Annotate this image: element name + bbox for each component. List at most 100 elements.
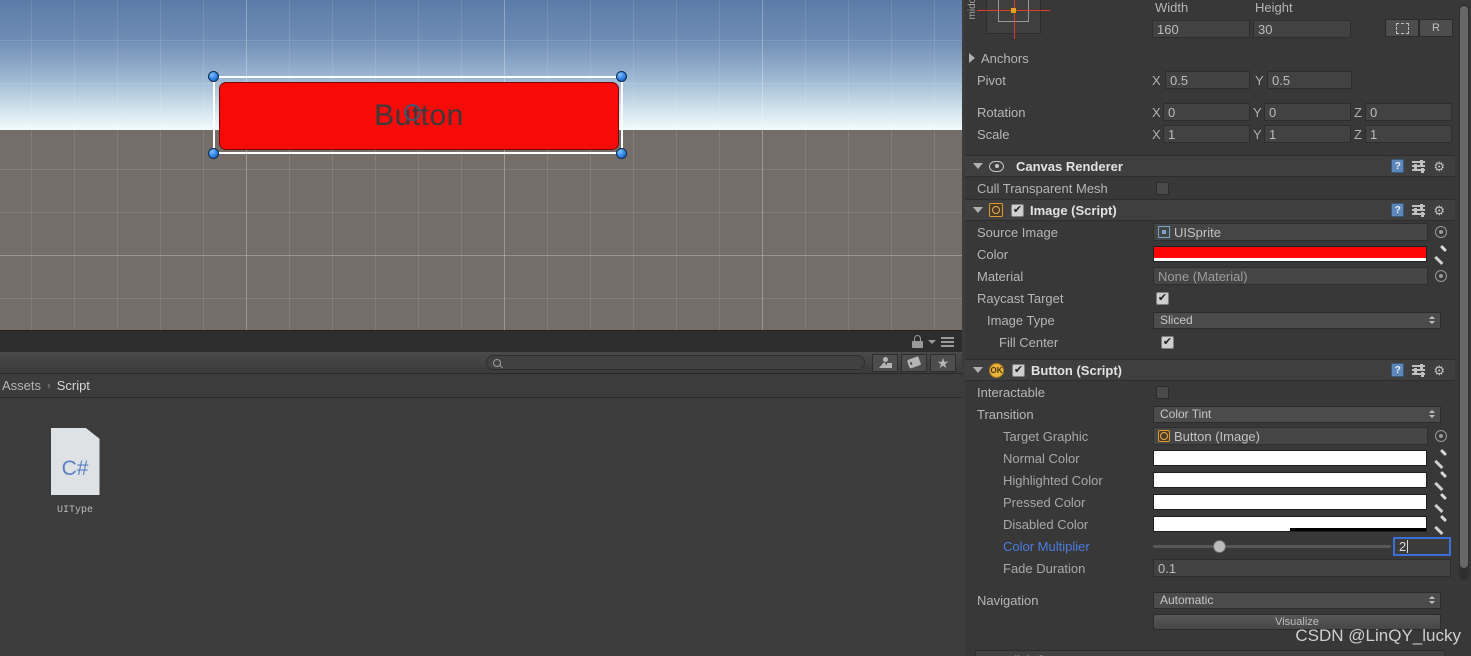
material-picker-icon[interactable] [1435, 270, 1447, 282]
raycast-target-checkbox[interactable]: ✔ [1156, 291, 1169, 305]
help-icon[interactable]: ? [1391, 159, 1405, 173]
pivot-y-field[interactable]: 0.5 [1267, 71, 1352, 89]
canvas-renderer-header[interactable]: Canvas Renderer ? ⚙ [965, 155, 1455, 177]
fill-center-checkbox[interactable]: ✔ [1161, 335, 1174, 349]
image-component-header[interactable]: ✔ Image (Script) ? ⚙ [965, 199, 1455, 221]
tag-filter-button[interactable] [901, 353, 927, 372]
button-component-title: Button (Script) [1031, 362, 1122, 378]
help-icon[interactable]: ? [1391, 203, 1405, 217]
target-graphic-field[interactable]: Button (Image) [1153, 427, 1428, 445]
transition-label: Transition [977, 406, 1034, 422]
inspector-scrollbar[interactable] [1459, 4, 1469, 580]
source-image-field[interactable]: UISprite [1153, 223, 1428, 241]
eyedropper-icon[interactable] [1433, 246, 1449, 262]
source-image-picker-icon[interactable] [1435, 226, 1447, 238]
pivot-x-axis-label: X [1152, 72, 1161, 88]
inspector-scrollbar-thumb[interactable] [1460, 6, 1468, 568]
rotation-z-field[interactable]: 0 [1365, 103, 1452, 121]
gear-icon[interactable]: ⚙ [1433, 204, 1445, 217]
raw-edit-mode-button[interactable]: R [1419, 19, 1453, 37]
navigation-label: Navigation [977, 592, 1039, 608]
resize-handle-bottom-right[interactable] [616, 148, 627, 159]
color-multiplier-label: Color Multiplier [1003, 538, 1090, 554]
color-multiplier-field[interactable]: 2 [1393, 536, 1451, 556]
sprite-icon [1158, 226, 1170, 238]
anchors-label[interactable]: Anchors [981, 51, 1029, 66]
color-multiplier-slider-knob[interactable] [1212, 539, 1226, 553]
gear-icon[interactable]: ⚙ [1433, 160, 1445, 173]
color-multiplier-slider[interactable] [1153, 539, 1391, 553]
preset-icon[interactable] [1412, 363, 1426, 377]
on-click-header[interactable]: On Click () [975, 650, 1445, 656]
width-field[interactable]: 160 [1152, 20, 1250, 38]
interactable-checkbox[interactable] [1156, 385, 1169, 399]
gear-icon[interactable]: ⚙ [1433, 364, 1445, 377]
search-input[interactable] [486, 355, 865, 370]
breadcrumb: Assets › Script [0, 374, 962, 398]
eyedropper-icon[interactable] [1433, 494, 1449, 510]
highlighted-color-label: Highlighted Color [1003, 472, 1103, 488]
target-graphic-picker-icon[interactable] [1435, 430, 1447, 442]
width-label: Width [1155, 0, 1189, 15]
breadcrumb-item-assets[interactable]: Assets [2, 378, 41, 393]
fade-duration-field[interactable]: 0.1 [1153, 559, 1451, 577]
navigation-dropdown[interactable]: Automatic [1153, 591, 1441, 609]
material-label: Material [977, 268, 1024, 284]
search-field[interactable] [505, 357, 858, 368]
pressed-color-swatch[interactable] [1153, 494, 1427, 510]
resize-handle-top-left[interactable] [208, 71, 219, 82]
button-foldout-icon[interactable] [973, 367, 983, 373]
scene-view[interactable]: Button [0, 0, 962, 330]
rotation-x-field[interactable]: 0 [1163, 103, 1250, 121]
image-type-dropdown[interactable]: Sliced [1153, 311, 1441, 329]
help-icon[interactable]: ? [1391, 363, 1405, 377]
material-field[interactable]: None (Material) [1153, 267, 1428, 285]
image-component-icon [989, 203, 1003, 217]
resize-handle-bottom-left[interactable] [208, 148, 219, 159]
interactable-label: Interactable [977, 384, 1045, 400]
cull-transparent-mesh-label: Cull Transparent Mesh [977, 180, 1108, 196]
scale-y-field[interactable]: 1 [1264, 125, 1351, 143]
scale-x-field[interactable]: 1 [1163, 125, 1250, 143]
preset-icon[interactable] [1412, 159, 1426, 173]
highlighted-color-swatch[interactable] [1153, 472, 1427, 488]
image-color-swatch[interactable] [1153, 246, 1427, 262]
transition-dropdown[interactable]: Color Tint [1153, 405, 1441, 423]
breadcrumb-item-script[interactable]: Script [57, 378, 90, 393]
scale-label: Scale [977, 126, 1010, 142]
object-filter-button[interactable] [872, 353, 898, 372]
scene-ground [0, 130, 962, 330]
button-enabled-checkbox[interactable]: ✔ [1012, 363, 1025, 377]
anchors-foldout-icon[interactable] [969, 53, 975, 63]
disabled-color-swatch[interactable] [1153, 516, 1427, 532]
canvas-renderer-foldout-icon[interactable] [973, 163, 983, 169]
search-icon [493, 358, 501, 367]
preset-icon[interactable] [1412, 203, 1426, 217]
button-component-header[interactable]: OK ✔ Button (Script) ? ⚙ [965, 359, 1455, 381]
chevron-down-icon[interactable] [928, 339, 936, 344]
height-field[interactable]: 30 [1253, 20, 1351, 38]
pivot-label: Pivot [977, 72, 1006, 88]
lock-icon[interactable] [912, 335, 923, 348]
image-enabled-checkbox[interactable]: ✔ [1011, 203, 1024, 217]
dropdown-arrows-icon [1429, 596, 1435, 604]
navigation-value: Automatic [1160, 593, 1214, 607]
image-foldout-icon[interactable] [973, 207, 983, 213]
cull-transparent-mesh-checkbox[interactable] [1156, 181, 1169, 195]
mouse-cursor-icon [404, 104, 421, 121]
eyedropper-icon[interactable] [1433, 516, 1449, 532]
scale-z-field[interactable]: 1 [1365, 125, 1452, 143]
resize-handle-top-right[interactable] [616, 71, 627, 82]
blueprint-mode-button[interactable] [1385, 19, 1419, 37]
rotation-y-field[interactable]: 0 [1264, 103, 1351, 121]
asset-item[interactable]: C# UIType [46, 428, 104, 516]
csharp-file-type-label: C# [61, 456, 89, 480]
eyedropper-icon[interactable] [1433, 450, 1449, 466]
pivot-x-field[interactable]: 0.5 [1165, 71, 1250, 89]
color-multiplier-value: 2 [1399, 538, 1407, 554]
normal-color-swatch[interactable] [1153, 450, 1427, 466]
menu-icon[interactable] [941, 336, 954, 347]
favorite-button[interactable]: ★ [930, 353, 956, 372]
eyedropper-icon[interactable] [1433, 472, 1449, 488]
target-graphic-value: Button (Image) [1174, 428, 1260, 444]
